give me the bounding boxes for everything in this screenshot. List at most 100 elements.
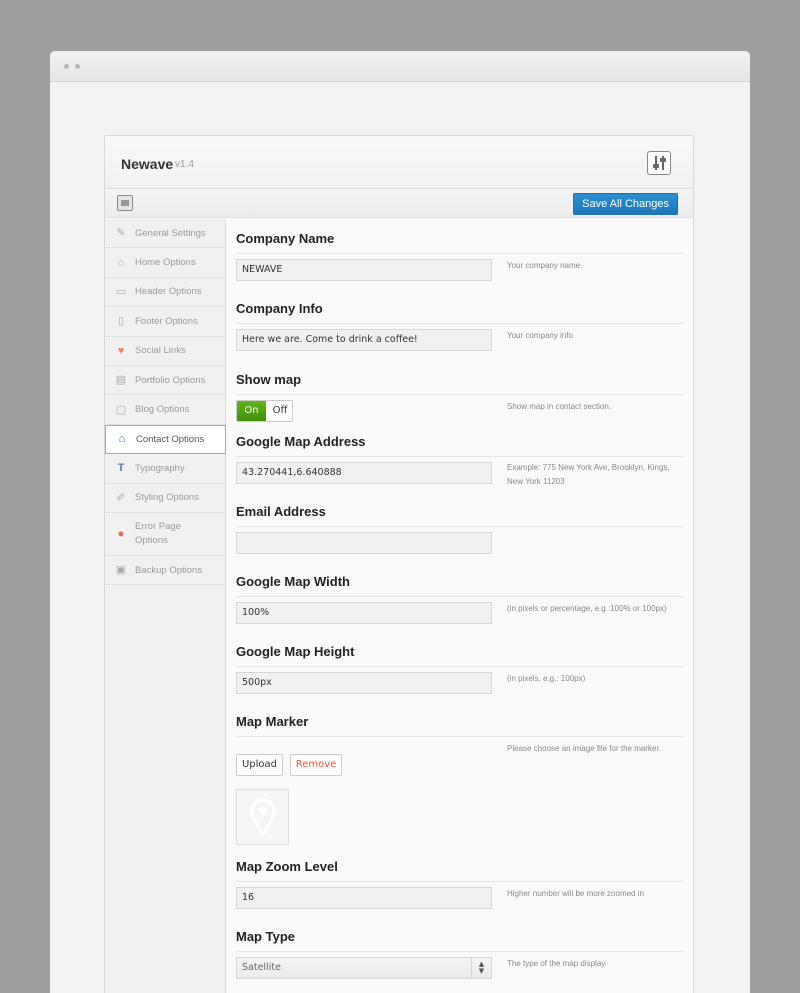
divider <box>236 951 684 952</box>
sidebar-item-contact-options[interactable]: ⌂ Contact Options <box>105 424 226 455</box>
brush-icon: ✐ <box>116 491 126 504</box>
select-arrows-icon: ▲ ▼ <box>471 958 491 978</box>
divider <box>236 526 684 527</box>
upload-button[interactable]: Upload <box>236 754 283 776</box>
map-address-section: Google Map Address 43.270441,6.640888 Ex… <box>236 434 684 486</box>
sidebar-item-label: Backup Options <box>135 564 203 576</box>
settings-sliders-icon[interactable] <box>647 151 671 175</box>
save-all-button[interactable]: Save All Changes <box>573 193 678 215</box>
window-dot-icon <box>75 64 80 69</box>
field-title: Map Zoom Level <box>236 859 338 874</box>
divider <box>236 666 684 667</box>
sidebar-item-backup-options[interactable]: ▣ Backup Options <box>105 556 225 586</box>
field-title: Map Marker <box>236 714 309 729</box>
remove-button[interactable]: Remove <box>290 754 342 776</box>
divider <box>236 881 684 882</box>
map-address-input[interactable]: 43.270441,6.640888 <box>236 462 492 484</box>
sidebar-item-footer-options[interactable]: ▯ Footer Options <box>105 307 225 337</box>
sidebar-item-error-page-options[interactable]: ● Error Page Options <box>105 513 225 556</box>
browser-window: Newave v1.4 Save All Changes ✎ General Se… <box>50 51 750 993</box>
sidebar-item-label: Typography <box>135 462 185 474</box>
sidebar-item-home-options[interactable]: ⌂ Home Options <box>105 248 225 278</box>
sidebar-item-blog-options[interactable]: ▢ Blog Options <box>105 395 225 425</box>
home-icon: ⌂ <box>118 433 126 446</box>
sidebar-item-label: Styling Options <box>135 492 199 504</box>
sidebar-item-label: Contact Options <box>136 433 205 445</box>
field-title: Google Map Width <box>236 574 350 589</box>
field-title: Google Map Height <box>236 644 355 659</box>
map-height-input[interactable]: 500px <box>236 672 492 694</box>
sidebar-item-label: Footer Options <box>135 315 198 327</box>
home-icon: ⌂ <box>117 256 125 269</box>
map-type-select[interactable]: Satellite ▲ ▼ <box>236 957 492 979</box>
field-description: Your company name <box>507 261 581 270</box>
browser-chrome <box>50 51 750 82</box>
email-input[interactable] <box>236 532 492 554</box>
divider <box>236 394 684 395</box>
sidebar-item-social-links[interactable]: ♥ Social Links <box>105 337 225 366</box>
map-marker-section: Map Marker Please choose an image file f… <box>236 714 684 845</box>
company-name-input[interactable]: NEWAVE <box>236 259 492 281</box>
sidebar-item-label: General Settings <box>135 227 206 239</box>
field-description: Your company info <box>507 331 573 340</box>
company-info-section: Company Info Here we are. Come to drink … <box>236 301 684 351</box>
divider <box>236 253 684 254</box>
field-description: Example: 775 New York Ave, Brooklyn, Kin… <box>507 463 670 486</box>
sidebar-item-label: Social Links <box>135 345 186 357</box>
select-value: Satellite <box>242 962 281 973</box>
toggle-off-option[interactable]: Off <box>267 401 292 421</box>
divider <box>236 456 684 457</box>
document-icon: ▢ <box>115 403 127 416</box>
image-icon: ▤ <box>115 374 127 387</box>
divider <box>236 736 684 737</box>
field-title: Company Name <box>236 231 335 246</box>
sidebar-item-general-settings[interactable]: ✎ General Settings <box>105 219 225 249</box>
field-description: Please choose an image file for the mark… <box>507 744 661 753</box>
field-title: Company Info <box>236 301 323 316</box>
text-icon: T <box>117 462 125 475</box>
field-description: The type of the map display. <box>507 959 607 968</box>
zoom-level-input[interactable]: 16 <box>236 887 492 909</box>
heart-icon: ♥ <box>117 344 125 357</box>
field-title: Map Type <box>236 929 295 944</box>
marker-preview <box>236 789 289 845</box>
field-description: (in pixels, e.g.: 100px) <box>507 674 586 683</box>
app-version: v1.4 <box>175 159 194 170</box>
sidebar: ✎ General Settings ⌂ Home Options ▭ Header … <box>105 219 226 993</box>
toggle-on-option[interactable]: On <box>237 401 266 421</box>
field-title: Show map <box>236 372 302 387</box>
sidebar-item-portfolio-options[interactable]: ▤ Portfolio Options <box>105 366 225 396</box>
collapse-menu-icon[interactable] <box>117 195 133 211</box>
wrench-icon: ✎ <box>116 227 126 240</box>
sidebar-item-header-options[interactable]: ▭ Header Options <box>105 278 225 308</box>
show-map-section: Show map On Off Show map in contact sect… <box>236 372 684 422</box>
company-info-input[interactable]: Here we are. Come to drink a coffee! <box>236 329 492 351</box>
sidebar-item-label: Home Options <box>135 257 196 269</box>
sidebar-item-label: Blog Options <box>135 404 190 416</box>
sidebar-item-label: Header Options <box>135 286 202 298</box>
map-type-section: Map Type Satellite ▲ ▼ The type of the ma… <box>236 929 684 979</box>
email-section: Email Address <box>236 504 684 554</box>
show-map-toggle[interactable]: On Off <box>236 400 293 422</box>
panel-header: Newave v1.4 <box>105 136 693 189</box>
zoom-section: Map Zoom Level 16 Higher number will be … <box>236 859 684 909</box>
sidebar-item-label: Error Page Options <box>135 520 181 546</box>
app-name: Newave <box>121 156 174 172</box>
backup-icon: ▣ <box>115 564 127 577</box>
map-height-section: Google Map Height 500px (in pixels, e.g.… <box>236 644 684 694</box>
map-pin-icon <box>250 798 276 837</box>
sidebar-item-styling-options[interactable]: ✐ Styling Options <box>105 484 225 513</box>
map-width-section: Google Map Width 100% (in pixels or perc… <box>236 574 684 624</box>
footer-icon: ▯ <box>117 315 125 328</box>
panel-toolbar: Save All Changes <box>105 189 693 218</box>
map-width-input[interactable]: 100% <box>236 602 492 624</box>
error-icon: ● <box>117 527 125 540</box>
field-title: Google Map Address <box>236 434 366 449</box>
company-name-section: Company Name NEWAVE Your company name <box>236 231 684 281</box>
divider <box>236 323 684 324</box>
options-panel: Newave v1.4 Save All Changes ✎ General Se… <box>104 135 694 993</box>
field-description: Higher number will be more zoomed in <box>507 889 644 898</box>
main-content: Company Name NEWAVE Your company name Co… <box>236 219 693 993</box>
sidebar-item-typography[interactable]: T Typography <box>105 454 225 484</box>
divider <box>236 596 684 597</box>
